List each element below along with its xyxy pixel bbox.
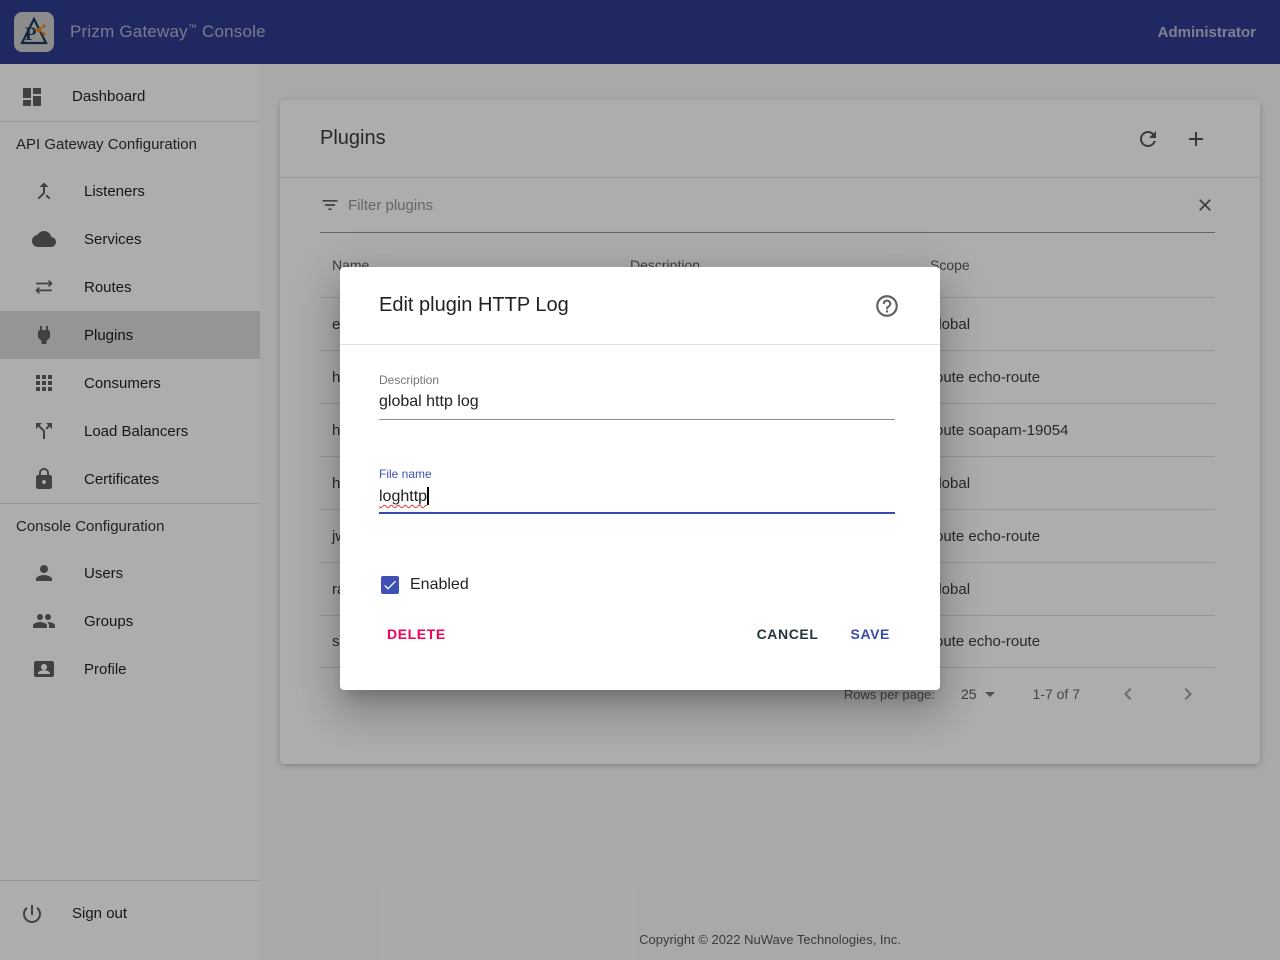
- dialog-actions: DELETE CANCEL SAVE: [371, 616, 906, 652]
- description-field[interactable]: Description global http log: [379, 373, 895, 420]
- file-name-text: loghttp: [379, 488, 427, 505]
- description-input[interactable]: global http log: [379, 387, 895, 420]
- dialog-title: Edit plugin HTTP Log: [379, 294, 874, 317]
- cancel-button[interactable]: CANCEL: [741, 616, 835, 652]
- dialog-header: Edit plugin HTTP Log: [340, 267, 940, 345]
- description-label: Description: [379, 373, 895, 387]
- edit-plugin-dialog: Edit plugin HTTP Log Description global …: [340, 267, 940, 690]
- enabled-checkbox[interactable]: [381, 576, 399, 594]
- delete-button[interactable]: DELETE: [371, 616, 462, 652]
- help-icon[interactable]: [874, 293, 900, 319]
- save-button[interactable]: SAVE: [835, 616, 907, 652]
- file-name-input[interactable]: loghttp: [379, 481, 895, 514]
- text-cursor: [427, 487, 429, 505]
- enabled-label: Enabled: [410, 576, 469, 594]
- check-icon: [382, 577, 398, 593]
- file-name-label: File name: [379, 467, 895, 481]
- enabled-checkbox-row[interactable]: Enabled: [381, 576, 895, 594]
- file-name-field[interactable]: File name loghttp: [379, 467, 895, 514]
